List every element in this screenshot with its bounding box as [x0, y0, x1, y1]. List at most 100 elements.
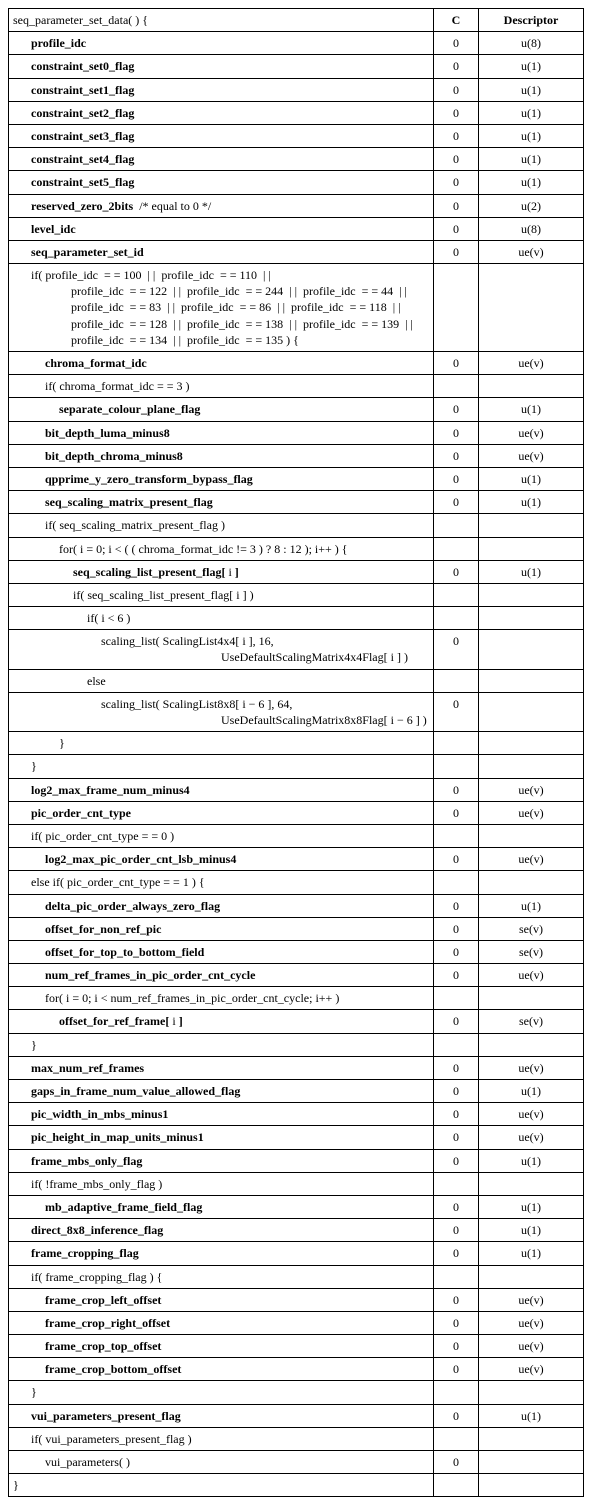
c-cell: 0 [434, 964, 479, 987]
c-cell [434, 871, 479, 894]
syntax-cell: } [9, 755, 434, 778]
table-row: offset_for_ref_frame[ i ]0se(v) [9, 1010, 584, 1033]
table-row: scaling_list( ScalingList8x8[ i − 6 ], 6… [9, 692, 584, 731]
syntax-cell: if( seq_scaling_list_present_flag[ i ] ) [9, 583, 434, 606]
syntax-cell: constraint_set2_flag [9, 101, 434, 124]
syntax-cell: pic_order_cnt_type [9, 801, 434, 824]
table-row: frame_crop_left_offset0ue(v) [9, 1288, 584, 1311]
c-cell: 0 [434, 32, 479, 55]
c-cell: 0 [434, 398, 479, 421]
c-cell: 0 [434, 217, 479, 240]
descriptor-cell: u(1) [479, 491, 584, 514]
c-cell: 0 [434, 1311, 479, 1334]
table-row: for( i = 0; i < ( ( chroma_format_idc !=… [9, 537, 584, 560]
descriptor-cell: ue(v) [479, 964, 584, 987]
c-cell [434, 514, 479, 537]
c-cell [434, 264, 479, 352]
syntax-cell: bit_depth_chroma_minus8 [9, 444, 434, 467]
syntax-cell: qpprime_y_zero_transform_bypass_flag [9, 467, 434, 490]
descriptor-cell: ue(v) [479, 1288, 584, 1311]
syntax-cell: separate_colour_plane_flag [9, 398, 434, 421]
syntax-cell: mb_adaptive_frame_field_flag [9, 1195, 434, 1218]
table-row: frame_crop_bottom_offset0ue(v) [9, 1358, 584, 1381]
table-row: reserved_zero_2bits /* equal to 0 */0u(2… [9, 194, 584, 217]
descriptor-cell: u(1) [479, 1404, 584, 1427]
descriptor-cell: u(2) [479, 194, 584, 217]
table-row: offset_for_top_to_bottom_field0se(v) [9, 940, 584, 963]
c-cell [434, 755, 479, 778]
syntax-cell: pic_height_in_map_units_minus1 [9, 1126, 434, 1149]
syntax-cell: direct_8x8_inference_flag [9, 1219, 434, 1242]
table-body: profile_idc0u(8)constraint_set0_flag0u(1… [9, 32, 584, 1497]
syntax-cell: else [9, 669, 434, 692]
syntax-cell: } [9, 1474, 434, 1497]
c-cell: 0 [434, 1080, 479, 1103]
descriptor-cell: u(1) [479, 1195, 584, 1218]
table-row: scaling_list( ScalingList4x4[ i ], 16,Us… [9, 630, 584, 669]
syntax-cell: else if( pic_order_cnt_type = = 1 ) { [9, 871, 434, 894]
c-cell: 0 [434, 101, 479, 124]
descriptor-cell: ue(v) [479, 848, 584, 871]
table-row: gaps_in_frame_num_value_allowed_flag0u(1… [9, 1080, 584, 1103]
c-cell: 0 [434, 148, 479, 171]
descriptor-cell: ue(v) [479, 801, 584, 824]
descriptor-cell: u(8) [479, 32, 584, 55]
c-cell: 0 [434, 491, 479, 514]
header-row: seq_parameter_set_data( ) { C Descriptor [9, 9, 584, 32]
descriptor-cell: se(v) [479, 940, 584, 963]
syntax-cell: if( !frame_mbs_only_flag ) [9, 1172, 434, 1195]
c-cell [434, 537, 479, 560]
syntax-cell: vui_parameters( ) [9, 1451, 434, 1474]
descriptor-cell: u(1) [479, 171, 584, 194]
descriptor-cell [479, 1451, 584, 1474]
descriptor-cell: ue(v) [479, 778, 584, 801]
descriptor-cell: ue(v) [479, 1126, 584, 1149]
table-row: frame_crop_top_offset0ue(v) [9, 1335, 584, 1358]
syntax-cell: profile_idc [9, 32, 434, 55]
syntax-cell: if( vui_parameters_present_flag ) [9, 1427, 434, 1450]
descriptor-cell: u(1) [479, 1242, 584, 1265]
descriptor-cell [479, 987, 584, 1010]
header-descriptor: Descriptor [479, 9, 584, 32]
descriptor-cell [479, 669, 584, 692]
syntax-cell: frame_crop_bottom_offset [9, 1358, 434, 1381]
syntax-cell: constraint_set3_flag [9, 124, 434, 147]
table-row: if( seq_scaling_list_present_flag[ i ] ) [9, 583, 584, 606]
c-cell: 0 [434, 917, 479, 940]
syntax-cell: seq_scaling_matrix_present_flag [9, 491, 434, 514]
table-row: } [9, 755, 584, 778]
descriptor-cell: se(v) [479, 1010, 584, 1033]
syntax-cell: constraint_set0_flag [9, 55, 434, 78]
syntax-cell: gaps_in_frame_num_value_allowed_flag [9, 1080, 434, 1103]
table-row: frame_crop_right_offset0ue(v) [9, 1311, 584, 1334]
descriptor-cell: u(1) [479, 148, 584, 171]
syntax-cell: pic_width_in_mbs_minus1 [9, 1103, 434, 1126]
c-cell: 0 [434, 421, 479, 444]
syntax-cell: offset_for_non_ref_pic [9, 917, 434, 940]
syntax-cell: } [9, 732, 434, 755]
table-row: constraint_set2_flag0u(1) [9, 101, 584, 124]
c-cell [434, 1427, 479, 1450]
c-cell [434, 669, 479, 692]
table-row: constraint_set0_flag0u(1) [9, 55, 584, 78]
c-cell: 0 [434, 940, 479, 963]
table-row: vui_parameters_present_flag0u(1) [9, 1404, 584, 1427]
descriptor-cell [479, 824, 584, 847]
syntax-cell: frame_crop_right_offset [9, 1311, 434, 1334]
syntax-cell: num_ref_frames_in_pic_order_cnt_cycle [9, 964, 434, 987]
syntax-cell: frame_crop_left_offset [9, 1288, 434, 1311]
descriptor-cell: u(1) [479, 1149, 584, 1172]
c-cell [434, 1474, 479, 1497]
table-row: constraint_set1_flag0u(1) [9, 78, 584, 101]
table-row: else if( pic_order_cnt_type = = 1 ) { [9, 871, 584, 894]
syntax-cell: for( i = 0; i < num_ref_frames_in_pic_or… [9, 987, 434, 1010]
c-cell: 0 [434, 1358, 479, 1381]
table-row: log2_max_pic_order_cnt_lsb_minus40ue(v) [9, 848, 584, 871]
descriptor-cell [479, 514, 584, 537]
syntax-cell: if( pic_order_cnt_type = = 0 ) [9, 824, 434, 847]
table-row: offset_for_non_ref_pic0se(v) [9, 917, 584, 940]
descriptor-cell: u(1) [479, 467, 584, 490]
c-cell [434, 732, 479, 755]
c-cell: 0 [434, 1010, 479, 1033]
c-cell: 0 [434, 1451, 479, 1474]
